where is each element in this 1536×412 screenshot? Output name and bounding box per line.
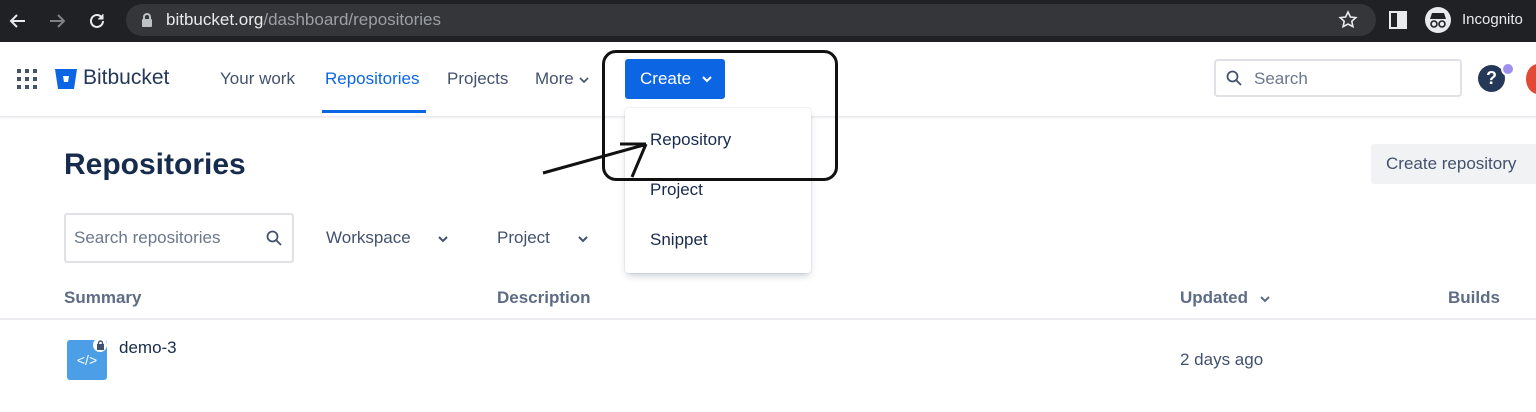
chevron-down-icon	[577, 233, 589, 245]
search-icon	[1226, 70, 1242, 86]
notification-dot	[1501, 62, 1515, 76]
project-filter[interactable]: Project	[497, 228, 589, 248]
column-updated-label: Updated	[1180, 288, 1248, 307]
global-search-placeholder: Search	[1254, 69, 1308, 88]
search-icon	[266, 230, 282, 246]
column-updated[interactable]: Updated	[1180, 288, 1271, 308]
workspace-filter[interactable]: Workspace	[326, 228, 449, 248]
global-search-input[interactable]	[1214, 59, 1462, 97]
star-icon[interactable]	[1338, 10, 1358, 30]
private-lock-icon	[93, 338, 107, 352]
column-builds: Builds	[1448, 288, 1500, 307]
chevron-down-icon	[437, 233, 449, 245]
create-repository-button[interactable]: Create repository	[1371, 144, 1536, 184]
sort-chevron-icon	[1259, 293, 1271, 305]
project-filter-label: Project	[497, 228, 550, 247]
menu-item-snippet[interactable]: Snippet	[650, 230, 708, 250]
incognito-label: Incognito	[1462, 11, 1523, 28]
repo-search-placeholder: Search repositories	[74, 228, 221, 247]
repo-updated: 2 days ago	[1180, 350, 1264, 369]
workspace-filter-label: Workspace	[326, 228, 411, 247]
annotation-arrow	[542, 142, 648, 178]
incognito-icon[interactable]	[1424, 6, 1452, 34]
repo-name-link[interactable]: demo-3	[119, 338, 177, 358]
column-description: Description	[497, 288, 591, 307]
table-row[interactable]	[0, 322, 1536, 412]
table-header-divider	[0, 318, 1536, 320]
column-summary: Summary	[64, 288, 142, 307]
sidepanel-icon[interactable]	[1388, 10, 1408, 30]
